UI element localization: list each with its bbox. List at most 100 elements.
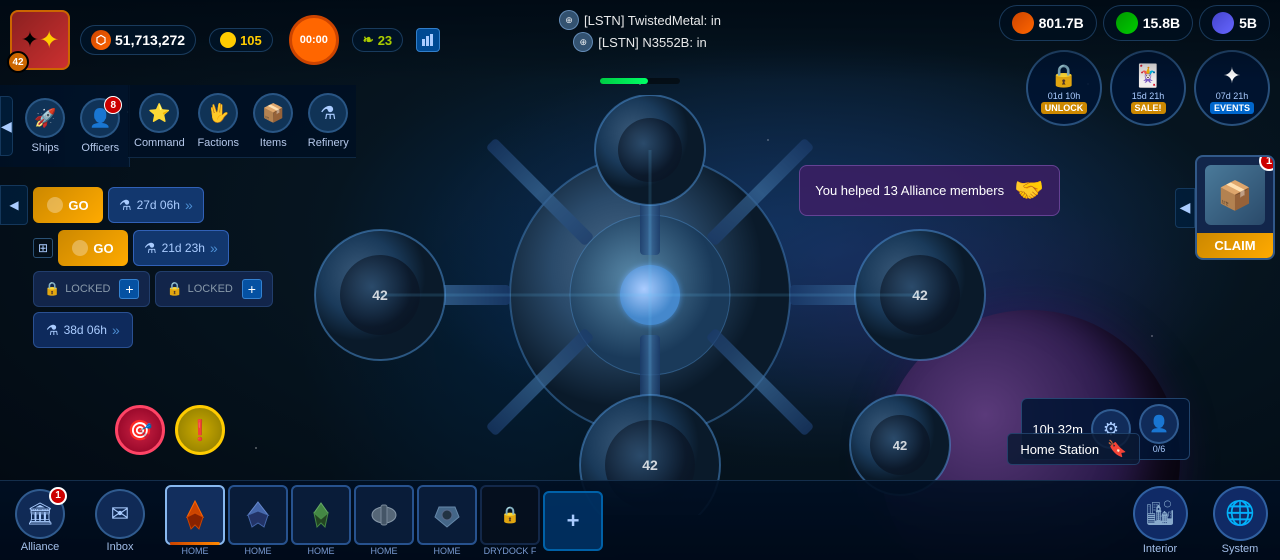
ship-slot-label-2: HOME xyxy=(245,546,272,556)
player-level: 42 xyxy=(7,51,29,73)
interior-nav-label: Interior xyxy=(1143,543,1177,555)
time-value-large: 38d 06h xyxy=(64,323,107,337)
nav-item-officers[interactable]: 👤 8 Officers xyxy=(73,90,128,162)
unlock-time: 01d 10h xyxy=(1048,91,1081,101)
resources-bar: ⬡ 51,713,272 105 00:00 ❧ 23 xyxy=(80,15,440,65)
parsteel-resource[interactable]: ⬡ 51,713,272 xyxy=(80,25,196,55)
refinery-icon: ⚗ xyxy=(308,93,348,133)
panel-row-2: ⊞ GO ⚗ 21d 23h » xyxy=(0,230,280,266)
time-button-2[interactable]: ⚗ 21d 23h » xyxy=(133,230,229,266)
alliance-nav-icon: 🏛 1 xyxy=(15,489,65,539)
ship-slot-label-1: HOME xyxy=(182,546,209,556)
ship-svg-2 xyxy=(240,497,276,533)
action-circles: 🎯 ❗ xyxy=(115,405,225,455)
ship-svg-4 xyxy=(366,497,402,533)
alliance-nav-btn[interactable]: 🏛 1 Alliance xyxy=(0,484,80,558)
dilithium-big-icon xyxy=(1212,12,1234,34)
time-value-1: 27d 06h xyxy=(137,198,180,212)
inbox-nav-icon: ✉ xyxy=(95,489,145,539)
nav-items-container: 🚀 Ships 👤 8 Officers xyxy=(13,85,133,167)
panel-row-1: ◀ GO ⚗ 27d 06h » xyxy=(0,185,280,225)
alliance-helped-banner[interactable]: You helped 13 Alliance members 🤝 xyxy=(799,165,1060,216)
timer-value: 00:00 xyxy=(300,34,328,46)
claim-panel: ◀ 1 📦 CLAIM xyxy=(1195,155,1275,260)
target-circle-btn[interactable]: 🎯 xyxy=(115,405,165,455)
unlock-label: UNLOCK xyxy=(1041,102,1088,114)
system-nav-btn[interactable]: 🌐 System xyxy=(1205,486,1275,555)
claim-box[interactable]: 1 📦 CLAIM xyxy=(1195,155,1275,260)
expand-icon[interactable]: ⊞ xyxy=(33,238,53,258)
left-nav: ◀ 🚀 Ships 👤 8 Officers xyxy=(0,85,130,167)
ship-slot-drydock[interactable]: 🔒 DRYDOCK F xyxy=(480,485,540,556)
nav-item-refinery[interactable]: ⚗ Refinery xyxy=(301,85,356,157)
ship-slots-container: HOME HOME HOME xyxy=(160,485,1120,556)
stats-icon[interactable] xyxy=(416,28,440,52)
nav-item-factions[interactable]: 🖖 Factions xyxy=(191,85,246,157)
ship-slot-home-4[interactable]: HOME xyxy=(354,485,414,556)
command-icon: ⭐ xyxy=(139,93,179,133)
go-button-2[interactable]: GO xyxy=(58,230,128,266)
events-label: EVENTS xyxy=(1210,102,1254,114)
ship-slot-home-5[interactable]: HOME xyxy=(417,485,477,556)
warning-circle-btn[interactable]: ❗ xyxy=(175,405,225,455)
flask-icon-large: ⚗ xyxy=(46,322,59,339)
coins-display[interactable]: 105 xyxy=(209,28,273,52)
ship-slot-add[interactable]: + xyxy=(543,491,603,551)
player-avatar[interactable]: ✦ 42 xyxy=(10,10,70,70)
coins-value: 105 xyxy=(240,33,262,48)
right-nav-btns-2: 🌐 System xyxy=(1200,481,1280,560)
timer-display[interactable]: 00:00 xyxy=(289,15,339,65)
dilithium-big[interactable]: 5B xyxy=(1199,5,1270,41)
ships-icon: 🚀 xyxy=(25,98,65,138)
tritanium-big[interactable]: 15.8B xyxy=(1103,5,1193,41)
interior-nav-btn[interactable]: 🏙 Interior xyxy=(1125,486,1195,555)
person-button[interactable]: 👤 xyxy=(1139,404,1179,444)
add-ship-icon: + xyxy=(567,508,580,534)
plus-btn-1[interactable]: + xyxy=(119,279,139,299)
arrow-right-2: » xyxy=(210,240,218,256)
ship-slot-home-1[interactable]: HOME xyxy=(165,485,225,556)
locked-btn-2[interactable]: 🔒 LOCKED + xyxy=(155,271,272,307)
ship-slot-icon-5 xyxy=(417,485,477,545)
ship-slot-home-3[interactable]: HOME xyxy=(291,485,351,556)
ship-icon-1 xyxy=(47,197,63,213)
time-button-1[interactable]: ⚗ 27d 06h » xyxy=(108,187,204,223)
parsteel-value: 51,713,272 xyxy=(115,32,185,48)
ship-slot-icon-2 xyxy=(228,485,288,545)
nav-prev-arrow[interactable]: ◀ xyxy=(0,96,13,156)
locked-btn-1[interactable]: 🔒 LOCKED + xyxy=(33,271,150,307)
command-label: Command xyxy=(134,137,185,149)
secondary-nav: ⭐ Command 🖖 Factions 📦 Items ⚗ Refinery xyxy=(128,85,356,158)
nav-item-command[interactable]: ⭐ Command xyxy=(128,85,191,157)
claim-label: CLAIM xyxy=(1197,233,1273,258)
energy-display[interactable]: ❧ 23 xyxy=(352,28,403,52)
claim-image: 📦 xyxy=(1205,165,1265,225)
nav-item-items[interactable]: 📦 Items xyxy=(246,85,301,157)
ship-slot-label-3: HOME xyxy=(308,546,335,556)
nav-item-ships[interactable]: 🚀 Ships xyxy=(18,90,73,162)
go-label-1: GO xyxy=(68,198,88,213)
ship-slot-home-2[interactable]: HOME xyxy=(228,485,288,556)
time-button-large[interactable]: ⚗ 38d 06h » xyxy=(33,312,133,348)
panel-row-4: ⚗ 38d 06h » xyxy=(0,312,280,348)
claim-arrow-left[interactable]: ◀ xyxy=(1175,188,1195,228)
parsteel-big[interactable]: 801.7B xyxy=(999,5,1097,41)
plus-btn-2[interactable]: + xyxy=(242,279,262,299)
lock-icon-1: 🔒 xyxy=(44,281,60,297)
inbox-nav-btn[interactable]: ✉ Inbox xyxy=(80,484,160,558)
alliance-nav-badge: 1 xyxy=(49,487,67,505)
ship-slot-icon-locked: 🔒 xyxy=(480,485,540,545)
panel-arrow-1[interactable]: ◀ xyxy=(0,185,28,225)
flask-icon-2: ⚗ xyxy=(144,240,157,257)
person-btn-container: 👤 0/6 xyxy=(1139,404,1179,454)
home-station-label[interactable]: Home Station 🔖 xyxy=(1007,433,1140,465)
ship-slot-icon-3 xyxy=(291,485,351,545)
alliance-msg-line-1: ⊕ [LSTN] TwistedMetal: in xyxy=(559,10,721,30)
items-label: Items xyxy=(260,137,287,149)
inbox-nav-label: Inbox xyxy=(107,541,134,553)
go-button-1[interactable]: GO xyxy=(33,187,103,223)
avatar-icon: ✦ xyxy=(21,27,39,53)
system-nav-label: System xyxy=(1222,543,1259,555)
bottom-nav: 🏛 1 Alliance ✉ Inbox HOME xyxy=(0,480,1280,560)
alliance-helped-text: You helped 13 Alliance members xyxy=(815,183,1004,198)
